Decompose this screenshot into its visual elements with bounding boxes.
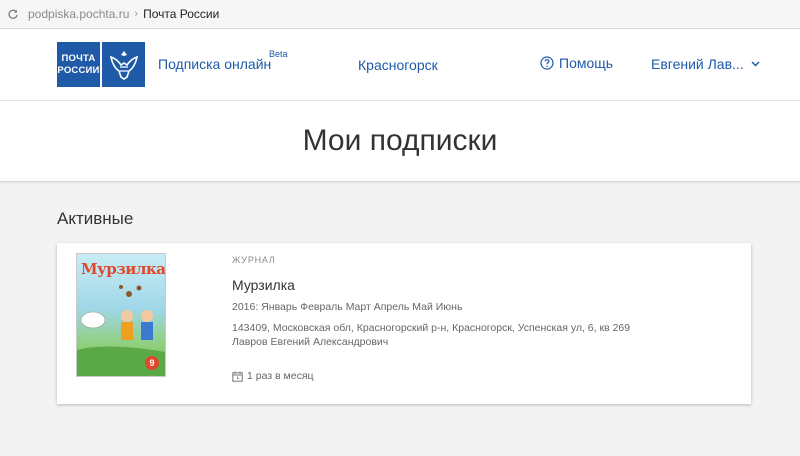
logo-wordmark: ПОЧТА РОССИИ (57, 42, 100, 87)
service-link[interactable]: Подписка онлайн (158, 56, 271, 72)
browser-address-bar: podpiska.pochta.ru › Почта России (0, 0, 800, 29)
eagle-emblem-icon (102, 42, 145, 87)
user-menu[interactable]: Евгений Лав... (651, 56, 760, 72)
publication-name[interactable]: Мурзилка (232, 277, 295, 293)
calendar-icon (232, 371, 243, 382)
address-url[interactable]: podpiska.pochta.ru (28, 7, 129, 21)
subscription-card[interactable]: Мурзилка 9 ЖУРНАЛ Мурзилка 2016: Январь … (57, 243, 751, 404)
frequency-label: 1 раз в месяц (247, 370, 314, 382)
cover-issue-badge: 9 (145, 356, 159, 370)
subscription-months: 2016: Январь Февраль Март Апрель Май Июн… (232, 301, 463, 313)
user-name: Евгений Лав... (651, 56, 744, 72)
pochta-logo[interactable]: ПОЧТА РОССИИ (57, 42, 145, 87)
section-title: Активные (57, 209, 134, 228)
magazine-cover-image: Мурзилка 9 (76, 253, 166, 377)
chevron-right-icon: › (134, 8, 139, 20)
recipient-name: Лавров Евгений Александрович (232, 336, 389, 348)
frequency: 1 раз в месяц (232, 370, 314, 382)
title-band: Мои подписки (0, 101, 800, 182)
reload-icon[interactable] (7, 8, 19, 20)
publication-kind: ЖУРНАЛ (232, 255, 276, 265)
logo-line2: РОССИИ (57, 64, 100, 76)
page-title: Мои подписки (302, 124, 498, 157)
help-link[interactable]: Помощь (540, 55, 613, 71)
city-selector[interactable]: Красногорск (358, 57, 438, 73)
help-icon (540, 56, 554, 70)
delivery-address: 143409, Московская обл, Красногорский р-… (232, 322, 631, 334)
help-label: Помощь (559, 55, 614, 71)
chevron-down-icon (751, 61, 760, 67)
beta-badge: Beta (269, 49, 288, 59)
logo-line1: ПОЧТА (61, 52, 96, 64)
site-header: ПОЧТА РОССИИ Подписка онлайн Beta Красно… (0, 29, 800, 101)
address-page-title: Почта России (143, 7, 220, 21)
